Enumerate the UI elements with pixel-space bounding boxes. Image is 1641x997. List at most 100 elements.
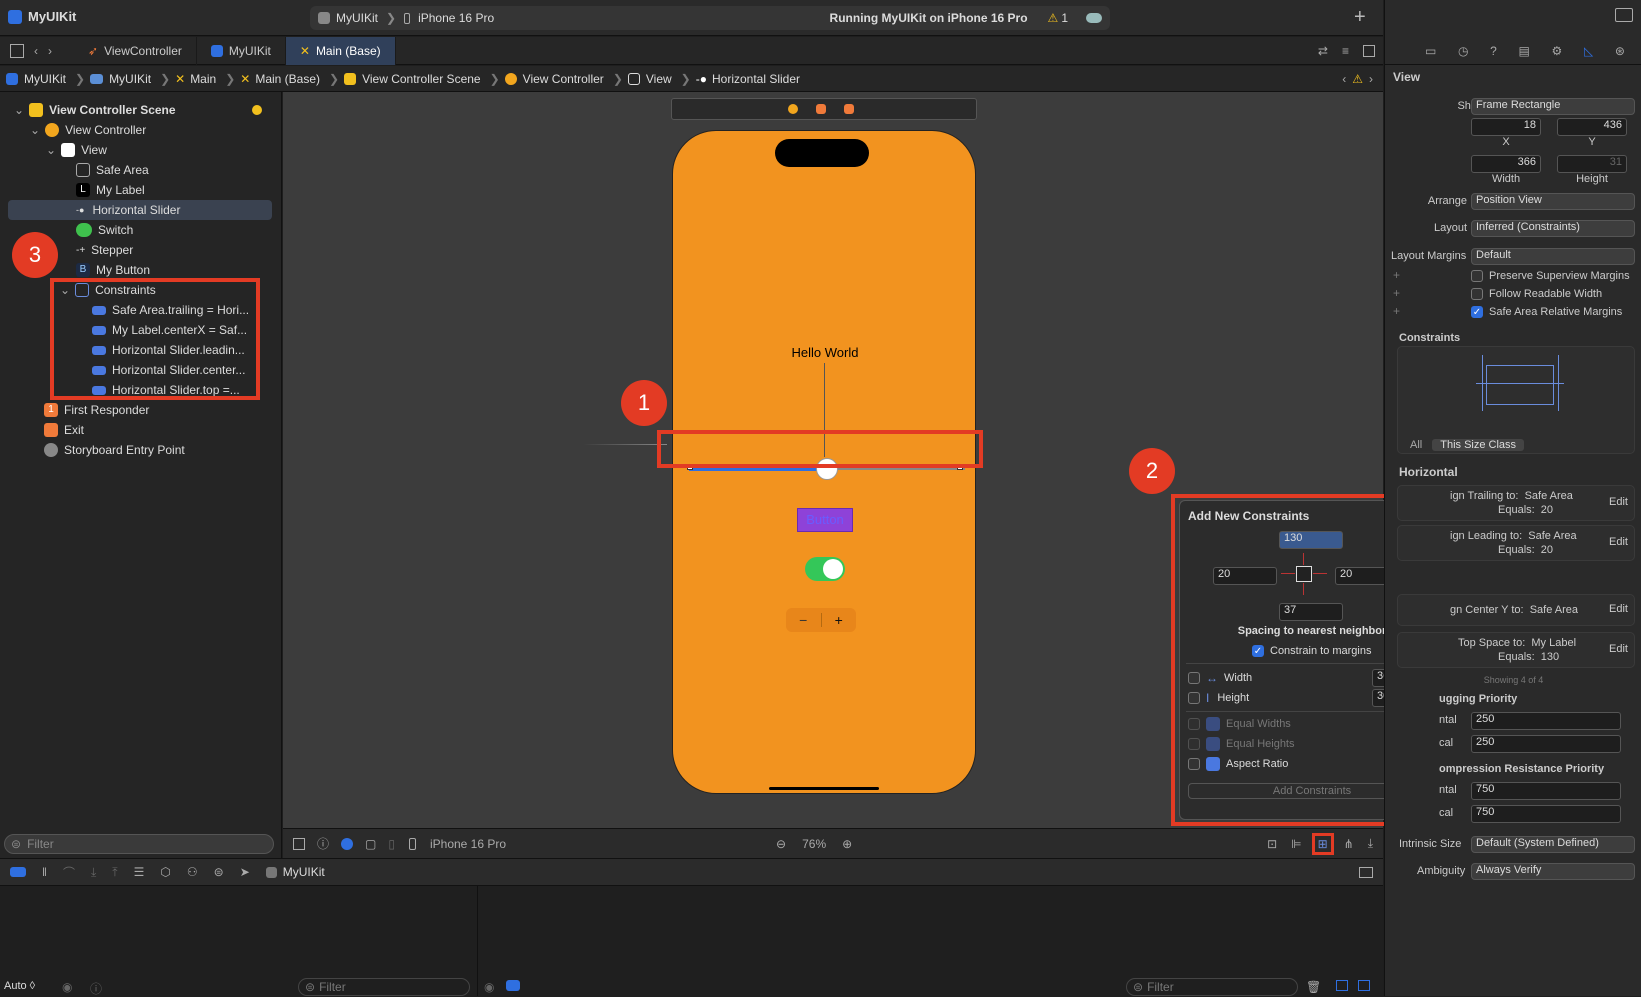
embed-in-stack-icon[interactable]: ⤓ [1368, 836, 1373, 851]
hide-debug-icon[interactable] [1359, 866, 1373, 878]
warning-icon[interactable]: ⚠ [1352, 72, 1363, 86]
toggle-console-icon[interactable] [10, 867, 26, 877]
attributes-icon[interactable]: ⚙ [1552, 44, 1563, 58]
zoom-in-icon[interactable]: ⊕ [842, 837, 852, 851]
edit-button[interactable]: Edit [1609, 536, 1628, 548]
add-icon[interactable]: + [1393, 304, 1400, 318]
info-icon[interactable]: ⓘ [90, 980, 102, 997]
embed-icon[interactable]: ⊡ [1267, 837, 1277, 851]
constrain-margins-checkbox[interactable]: ✓ Constrain to margins [1252, 645, 1372, 657]
step-over-icon[interactable]: ⌒ [63, 864, 75, 881]
preserve-margins-checkbox[interactable]: Preserve Superview Margins [1471, 270, 1630, 282]
eye-icon[interactable]: ◉ [484, 980, 494, 994]
console-toggle-icon[interactable] [506, 980, 520, 991]
split-editor-icon[interactable] [1363, 44, 1375, 57]
width-checkbox[interactable] [1188, 672, 1200, 684]
size-class-segment[interactable]: All This Size Class [1400, 437, 1634, 453]
accessibility-icon[interactable]: ⓘ [317, 835, 329, 852]
memory-graph-icon[interactable]: ⬡ [160, 865, 170, 879]
file-icon[interactable]: ▭ [1425, 44, 1436, 58]
first-responder-icon[interactable] [816, 104, 826, 114]
ruler-icon[interactable]: ◺ [1584, 44, 1593, 58]
outline-my-button[interactable]: B My Button [70, 260, 156, 280]
crumb-group[interactable]: MyUIKit [109, 72, 151, 86]
constraint-strut-bottom[interactable] [1303, 583, 1304, 595]
refresh-icon[interactable]: ⇄ [1318, 44, 1328, 58]
lines-icon[interactable]: ≡ [1342, 44, 1349, 58]
pause-icon[interactable]: ‖ [42, 865, 47, 879]
resolve-issues-icon[interactable]: ⋔ [1344, 837, 1354, 851]
canvas-switch[interactable] [805, 557, 845, 581]
storyboard-canvas[interactable]: Hello World Button − + 1 2 Add New Constr… [283, 92, 1451, 828]
width-field[interactable]: 366 [1471, 155, 1541, 173]
plus-icon[interactable]: + [822, 612, 857, 628]
y-field[interactable]: 436 [1557, 118, 1627, 136]
tab-myuikit[interactable]: MyUIKit [197, 36, 286, 65]
device-name[interactable]: iPhone 16 Pro [430, 837, 506, 851]
outline-filter[interactable]: ⊜ Filter [4, 834, 274, 854]
bottom-spacing-field[interactable]: 37 [1279, 603, 1343, 621]
warning-icon[interactable]: ⚠ [1048, 11, 1059, 25]
view-debugger-icon[interactable]: ☰ [134, 865, 145, 879]
split-right-icon[interactable] [1358, 980, 1370, 991]
step-in-icon[interactable]: ⤓ [91, 865, 96, 880]
outline-safe-area[interactable]: Safe Area [70, 160, 155, 180]
outline-view[interactable]: ⌄ View [40, 140, 113, 160]
debug-target[interactable]: MyUIKit [283, 865, 325, 879]
hugging-vertical-field[interactable]: 250 [1471, 735, 1621, 753]
outline-switch[interactable]: Switch [70, 220, 139, 240]
outline-exit[interactable]: Exit [38, 420, 90, 440]
align-icon[interactable]: ⊫ [1291, 837, 1301, 851]
outline-entry-point[interactable]: Storyboard Entry Point [38, 440, 191, 460]
arrow-right-circle-icon[interactable] [252, 105, 262, 115]
outline-scene[interactable]: ⌄ View Controller Scene [8, 100, 268, 120]
constraint-strut-right[interactable] [1313, 573, 1327, 574]
compression-horizontal-field[interactable]: 750 [1471, 782, 1621, 800]
identity-icon[interactable]: ▤ [1519, 44, 1530, 58]
forward-icon[interactable]: › [48, 44, 52, 58]
outline-my-label[interactable]: L My Label [70, 180, 151, 200]
segment-all[interactable]: All [1400, 439, 1432, 451]
aspect-ratio-checkbox[interactable] [1188, 758, 1200, 770]
help-icon[interactable]: ? [1490, 44, 1497, 58]
auto-selector[interactable]: Auto ◊ [4, 980, 35, 992]
variables-filter[interactable]: ⊜ Filter [298, 978, 470, 996]
crumb-view[interactable]: View [646, 72, 672, 86]
aspect-ratio-row[interactable]: Aspect Ratio [1188, 757, 1288, 771]
compression-vertical-field[interactable]: 750 [1471, 805, 1621, 823]
layout-margins-popup[interactable]: Default [1471, 248, 1635, 265]
intrinsic-size-popup[interactable]: Default (System Defined) [1471, 836, 1635, 853]
history-icon[interactable]: ◷ [1458, 44, 1468, 58]
device-icon[interactable] [408, 837, 416, 850]
back-icon[interactable]: ‹ [34, 44, 38, 58]
top-spacing-field[interactable]: 130 [1279, 531, 1343, 549]
crumb-vc[interactable]: View Controller [523, 72, 604, 86]
checkbox[interactable] [1471, 270, 1483, 282]
zoom-out-icon[interactable]: ⊖ [776, 837, 786, 851]
tab-main-base[interactable]: ✕ Main (Base) [285, 36, 396, 65]
edit-button[interactable]: Edit [1609, 643, 1628, 655]
constraint-card[interactable]: ign Trailing to: Safe Area Equals: 20 Edit [1397, 485, 1635, 521]
outline-first-responder[interactable]: 1 First Responder [38, 400, 155, 420]
add-icon[interactable]: + [1393, 286, 1400, 300]
tab-viewcontroller[interactable]: ➶ ViewController [74, 36, 197, 65]
constraint-card[interactable]: ign Leading to: Safe Area Equals: 20 Edit [1397, 525, 1635, 561]
edit-button[interactable]: Edit [1609, 496, 1628, 508]
layout-icon[interactable]: ▯ [388, 837, 395, 851]
add-icon[interactable]: + [1393, 268, 1400, 282]
leading-spacing-field[interactable]: 20 [1213, 567, 1277, 585]
ambiguity-popup[interactable]: Always Verify [1471, 863, 1635, 880]
outline-horizontal-slider[interactable]: -● Horizontal Slider [8, 200, 272, 220]
safe-area-margins-checkbox[interactable]: ✓ Safe Area Relative Margins [1471, 306, 1622, 318]
segment-this-size-class[interactable]: This Size Class [1432, 439, 1525, 451]
trash-icon[interactable]: 🗑 [1306, 980, 1321, 994]
hello-label[interactable]: Hello World [673, 345, 977, 360]
console-filter[interactable]: ⊜ Filter [1126, 978, 1298, 996]
eye-icon[interactable]: ◉ [62, 980, 72, 994]
height-checkbox[interactable] [1188, 692, 1200, 704]
back-icon[interactable]: ‹ [1342, 72, 1346, 86]
connections-icon[interactable]: ⊛ [1615, 44, 1625, 58]
simulate-location-icon[interactable]: ⊜ [214, 865, 224, 879]
show-popup[interactable]: Frame Rectangle [1471, 98, 1635, 115]
constraint-strut-left[interactable] [1281, 573, 1295, 574]
